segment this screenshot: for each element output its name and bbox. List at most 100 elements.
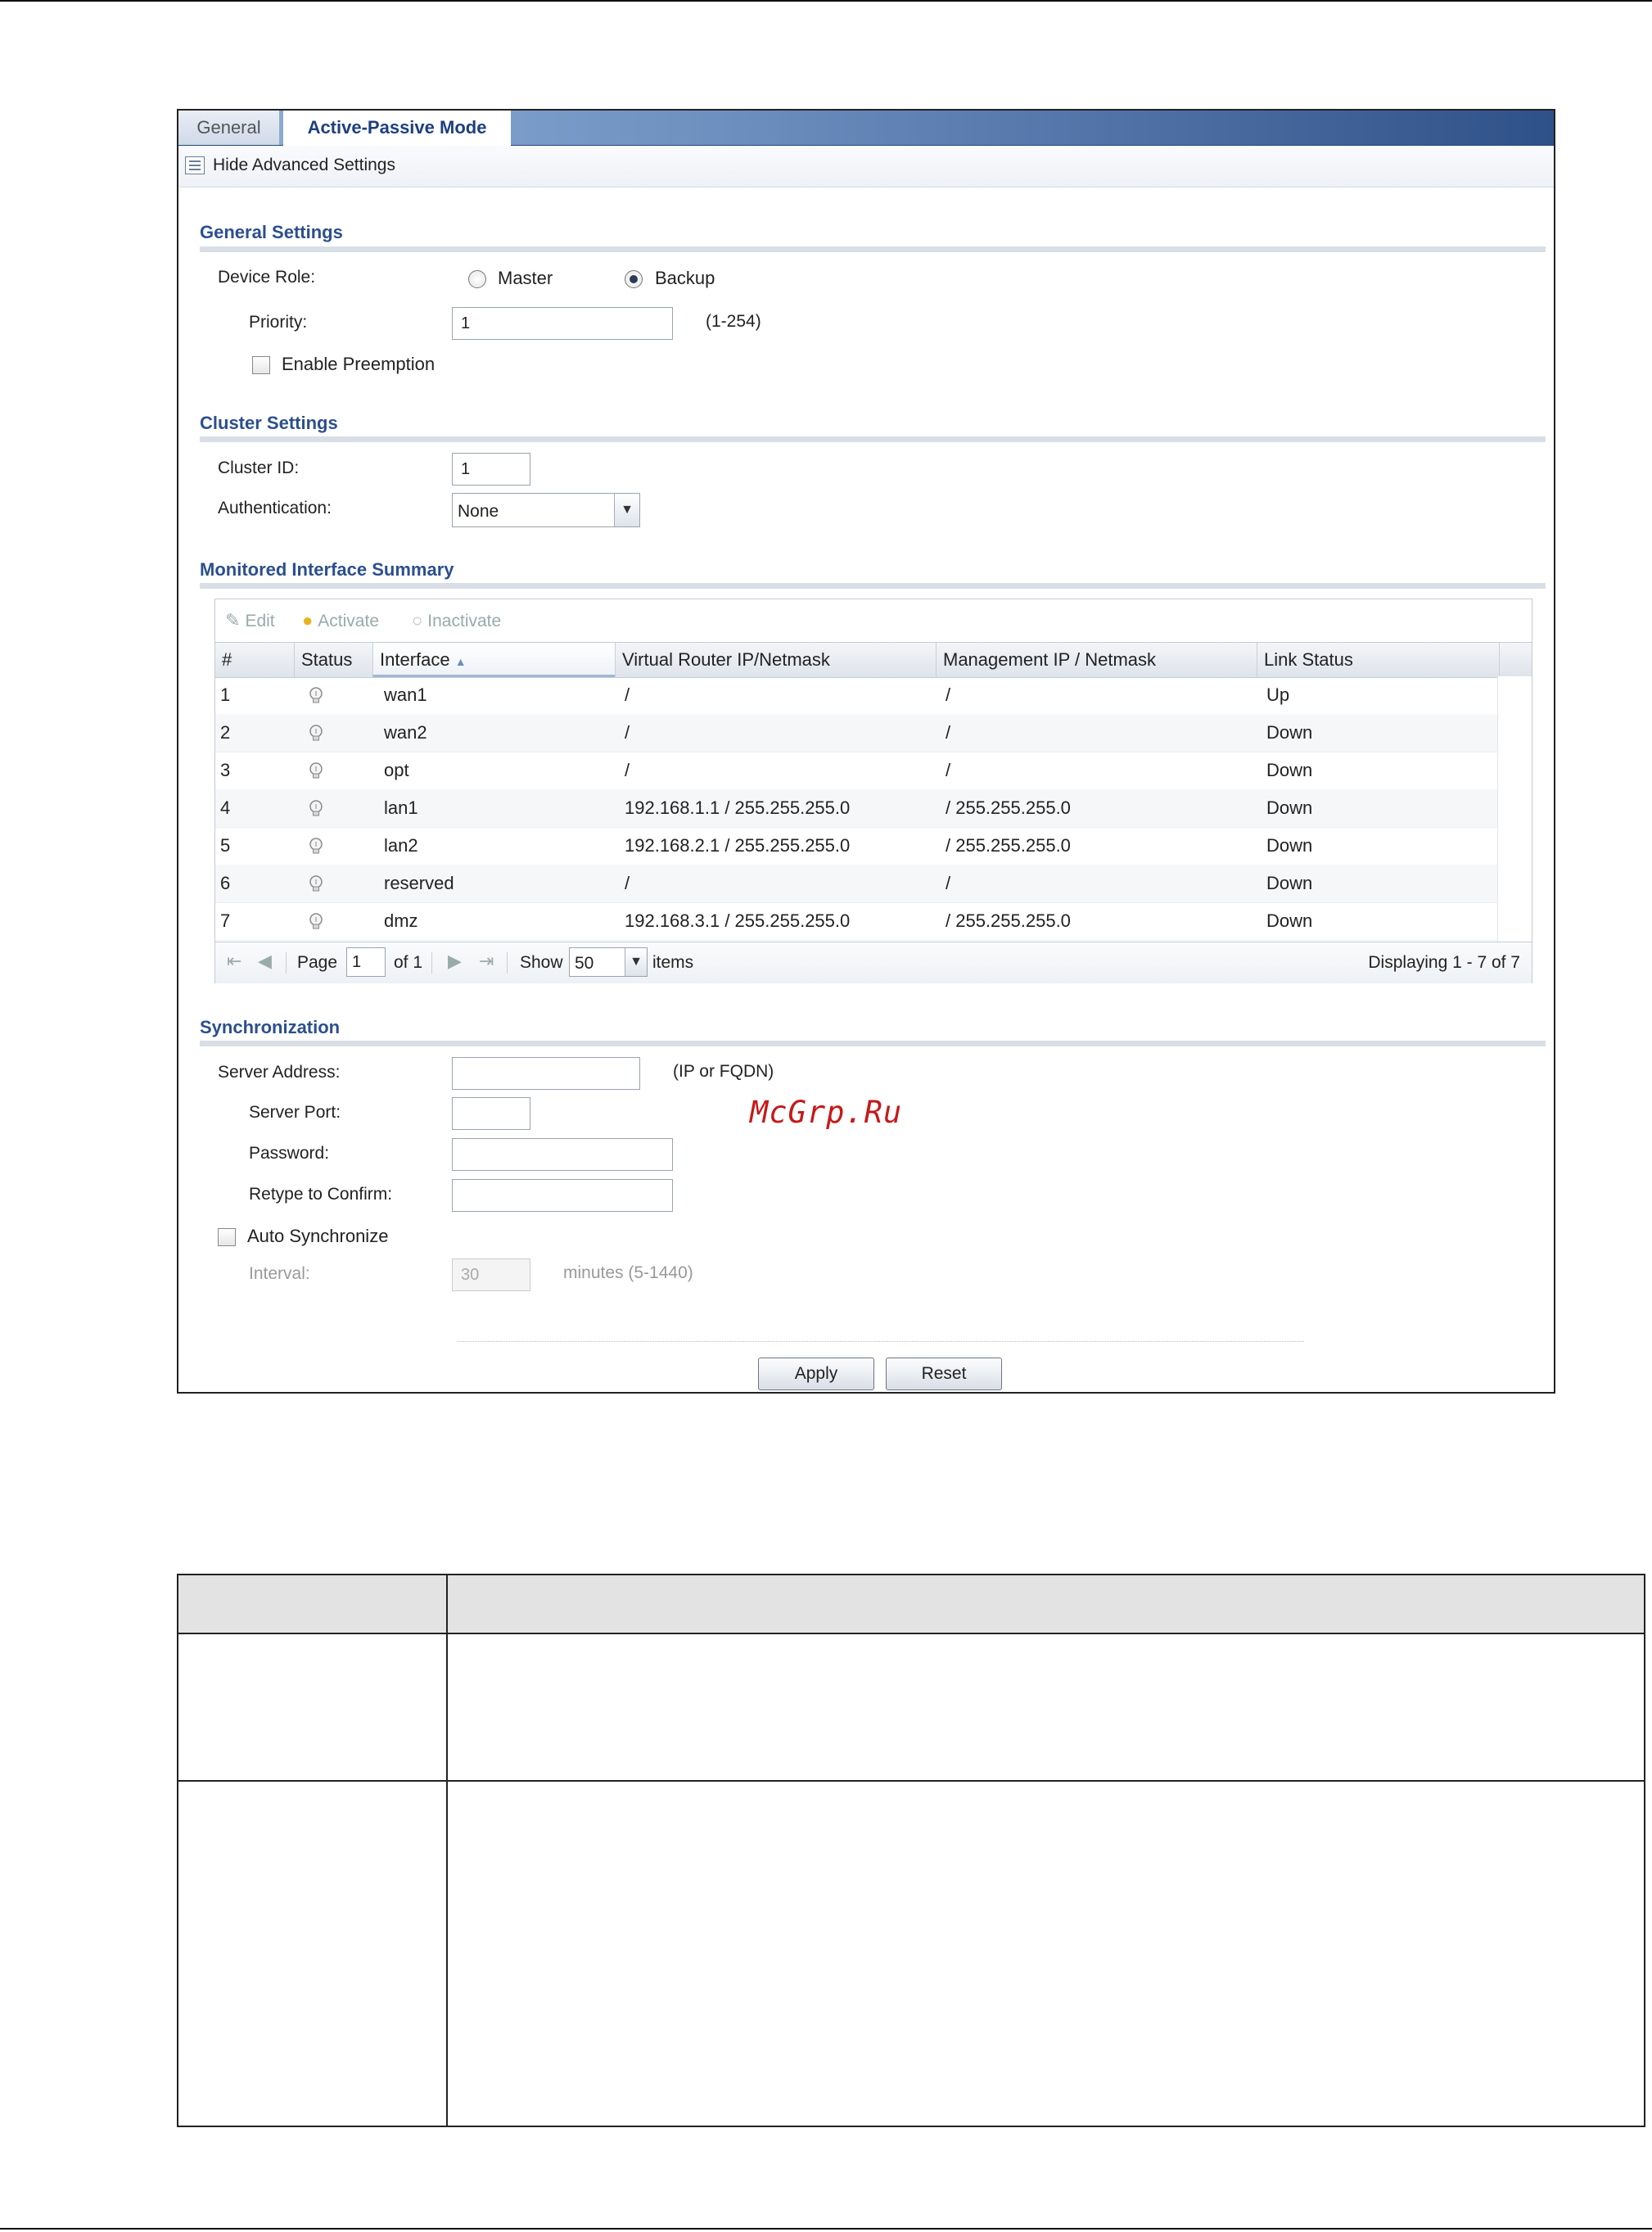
table-cell-link: Down [1266,722,1313,743]
sort-ascending-icon: ▲ [454,655,467,668]
table-toolbar: ✎ Edit ● Activate ○ Inactivate [215,599,1532,642]
table-row[interactable]: 7 dmz 192.168.3.1 / 255.255.255.0 / 255.255… [215,902,1498,941]
button-divider [457,1341,1304,1342]
page-number-input[interactable]: 1 [346,947,386,977]
retype-password-input[interactable] [452,1179,673,1212]
interval-input[interactable]: 30 [452,1258,530,1291]
edit-icon: ✎ [225,610,241,630]
next-page-icon[interactable]: ▶ [448,951,462,972]
chevron-down-icon[interactable]: ▼ [614,494,639,526]
retype-password-label: Retype to Confirm: [249,1185,393,1204]
table-cell-mgmt: / [946,873,951,893]
items-label: items [652,953,694,972]
items-per-page-select[interactable]: 50 ▼ [569,947,648,977]
reference-table-header [178,1575,1644,1634]
table-cell-mgmt: / 255.255.255.0 [946,797,1071,818]
edit-button[interactable]: ✎ Edit [225,610,275,631]
interval-hint: minutes (5-1440) [563,1263,693,1282]
server-port-input[interactable] [452,1097,530,1130]
table-cell-link: Down [1266,873,1313,893]
priority-input[interactable]: 1 [452,307,673,340]
server-address-label: Server Address: [218,1063,341,1082]
section-divider [200,246,1546,252]
table-cell-link: Down [1266,797,1313,818]
server-address-input[interactable] [452,1057,640,1090]
device-role-label: Device Role: [218,268,316,287]
table-row[interactable]: 5 lan2 192.168.2.1 / 255.255.255.0 / 255.25… [215,827,1498,865]
hide-advanced-settings-link[interactable]: Hide Advanced Settings [213,156,395,175]
column-header-number[interactable]: # [215,643,294,677]
cluster-id-input[interactable]: 1 [452,453,530,486]
backup-radio[interactable] [625,270,643,288]
reset-button[interactable]: Reset [886,1358,1002,1390]
priority-range-hint: (1-254) [706,312,761,331]
authentication-value: None [458,502,499,521]
last-page-icon[interactable]: ⇥ [479,951,494,972]
password-label: Password: [249,1144,330,1163]
table-cell-mgmt: / 255.255.255.0 [946,910,1071,931]
lightbulb-off-icon: ○ [412,610,423,630]
lightbulb-off-icon [308,837,324,856]
authentication-select[interactable]: None ▼ [452,493,640,527]
table-cell-interface: reserved [384,873,454,893]
list-icon[interactable] [185,156,205,174]
table-row[interactable]: 3 opt / / Down [215,752,1498,790]
backup-radio-label: Backup [655,268,715,288]
column-header-link-status[interactable]: Link Status [1257,643,1499,677]
synchronization-title: Synchronization [200,1017,341,1037]
scrollbar-area [1497,676,1532,942]
section-divider [200,1041,1546,1046]
tab-active-passive-mode[interactable]: Active-Passive Mode [283,111,511,146]
auto-synchronize-checkbox[interactable] [218,1228,236,1246]
apply-button[interactable]: Apply [758,1358,874,1390]
previous-page-icon[interactable]: ◀ [258,951,272,972]
edit-label: Edit [245,612,275,630]
reference-table-row-divider [178,1780,1644,1782]
table-row[interactable]: 1 wan1 / / Up [215,676,1498,715]
lightbulb-off-icon [308,799,324,819]
authentication-label: Authentication: [218,499,332,517]
table-cell-mgmt: / [946,685,951,705]
table-cell-interface: lan2 [384,835,418,856]
lightbulb-off-icon [308,686,324,706]
master-radio-label: Master [498,268,553,288]
chevron-down-icon[interactable]: ▼ [625,948,647,976]
table-cell-num: 5 [220,835,231,856]
enable-preemption-label: Enable Preemption [282,354,436,374]
table-pager: ⇤ ◀ Page 1 of 1 ▶ ⇥ Show 50 ▼ items Disp… [215,942,1532,983]
activate-button[interactable]: ● Activate [302,610,379,631]
inactivate-button[interactable]: ○ Inactivate [412,610,501,631]
server-address-hint: (IP or FQDN) [673,1062,774,1081]
pager-separator [431,952,432,974]
activate-label: Activate [318,612,379,630]
lightbulb-on-icon: ● [302,610,314,630]
first-page-icon[interactable]: ⇤ [227,951,241,972]
page-label: Page [297,953,338,972]
lightbulb-off-icon [308,724,324,743]
lightbulb-off-icon [308,874,324,894]
table-cell-num: 1 [220,685,231,705]
column-header-interface[interactable]: Interface ▲ [372,643,615,677]
master-radio[interactable] [468,270,486,288]
column-header-management-ip[interactable]: Management IP / Netmask [936,643,1257,677]
table-cell-num: 4 [220,797,231,818]
enable-preemption-checkbox[interactable] [252,356,270,374]
monitored-interface-summary-title: Monitored Interface Summary [200,559,454,580]
table-cell-vrip: 192.168.2.1 / 255.255.255.0 [625,835,851,856]
page-of-label: of 1 [394,953,423,972]
lightbulb-off-icon [308,761,324,781]
cluster-settings-title: Cluster Settings [200,413,338,433]
interval-label: Interval: [249,1264,310,1283]
column-header-virtual-router-ip[interactable]: Virtual Router IP/Netmask [615,643,936,677]
table-cell-num: 6 [220,873,231,893]
tab-general[interactable]: General [178,111,280,145]
table-cell-num: 3 [220,760,231,780]
table-row[interactable]: 2 wan2 / / Down [215,714,1498,752]
table-row[interactable]: 6 reserved / / Down [215,865,1498,903]
table-cell-vrip: / [625,685,630,705]
table-row[interactable]: 4 lan1 192.168.1.1 / 255.255.255.0 / 255.25… [215,789,1498,828]
column-header-status[interactable]: Status [294,643,372,677]
server-port-label: Server Port: [249,1103,341,1122]
password-input[interactable] [452,1138,673,1171]
inactivate-label: Inactivate [427,612,502,630]
